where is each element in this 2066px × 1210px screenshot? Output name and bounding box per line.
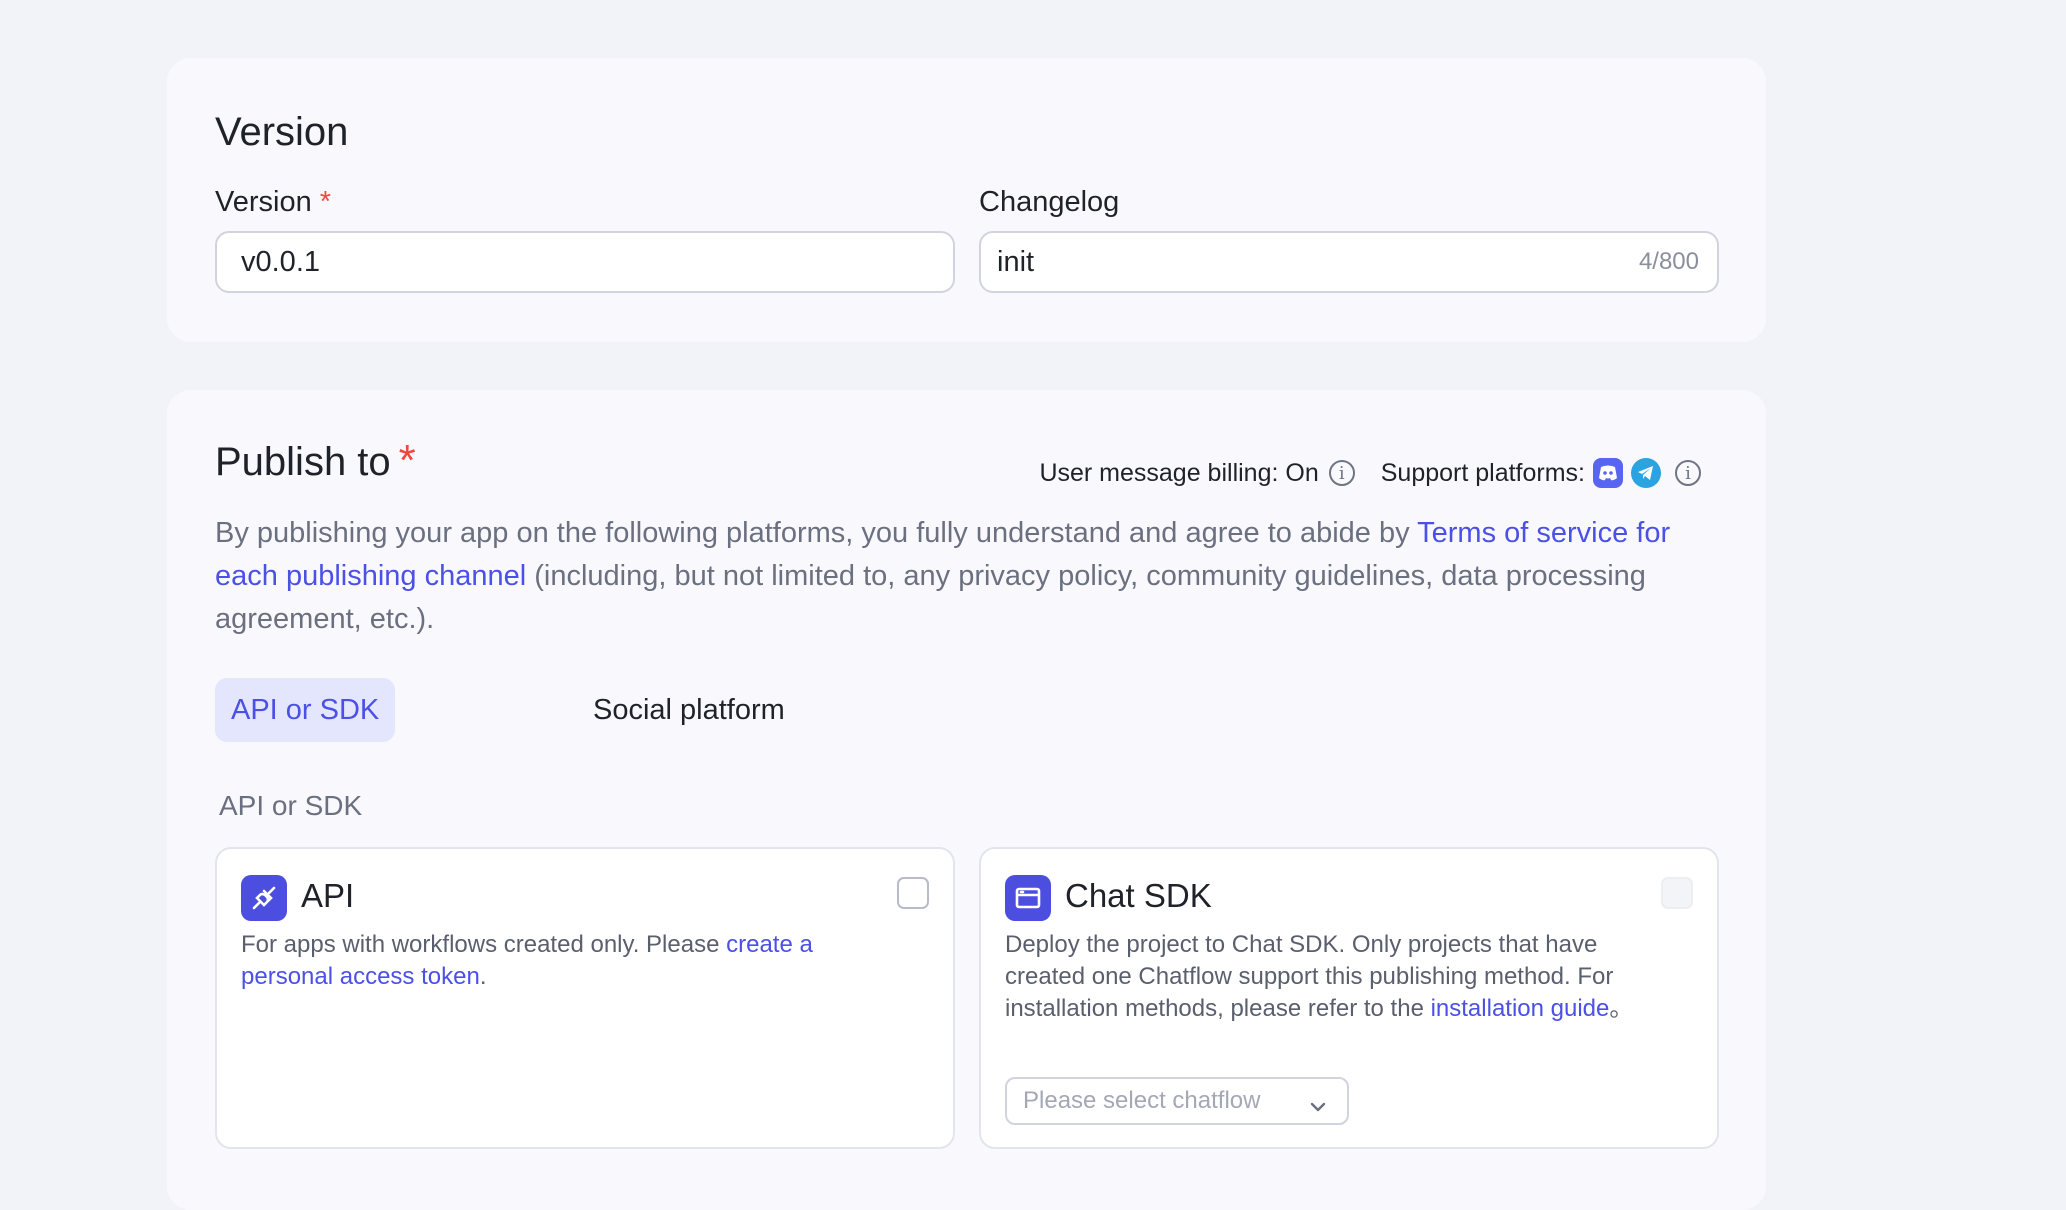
billing-info-icon[interactable]: i	[1328, 460, 1355, 486]
publish-meta-bar: User message billing: On i Support platf…	[1039, 456, 1701, 490]
chat-sdk-option-card[interactable]: Chat SDK Deploy the project to Chat SDK.…	[979, 847, 1719, 1149]
chat-sdk-option-checkbox[interactable]	[1661, 877, 1693, 909]
publish-section-title: Publish to *	[215, 436, 416, 486]
browser-window-icon	[1005, 875, 1051, 921]
version-label-text: Version	[215, 186, 312, 218]
support-platforms-label: Support platforms:	[1380, 458, 1585, 487]
api-sdk-group-label: API or SDK	[219, 790, 363, 821]
version-section-title: Version	[215, 110, 349, 154]
chat-sdk-option-title: Chat SDK	[1065, 877, 1212, 914]
chevron-down-icon	[1307, 1089, 1329, 1133]
publish-terms-description: By publishing your app on the following …	[215, 512, 1725, 641]
required-mark: *	[319, 186, 332, 218]
changelog-input-value: init	[997, 246, 1035, 278]
tab-social-platform[interactable]: Social platform	[577, 678, 801, 742]
changelog-input[interactable]: init 4/800	[979, 231, 1719, 293]
tab-api-or-sdk[interactable]: API or SDK	[215, 678, 396, 742]
version-card: Version Version * v0.0.1 Changelog init 4…	[167, 58, 1766, 342]
installation-guide-link[interactable]: installation guide	[1431, 995, 1610, 1022]
chat-sdk-desc-suffix: 。	[1609, 995, 1634, 1022]
api-desc-suffix: .	[479, 963, 487, 990]
api-link-icon	[241, 875, 287, 921]
api-desc-prefix: For apps with workflows created only. Pl…	[241, 931, 727, 958]
changelog-char-counter: 4/800	[1638, 248, 1699, 275]
changelog-field-label: Changelog	[979, 186, 1120, 218]
api-option-checkbox[interactable]	[897, 877, 929, 909]
chatflow-select-placeholder: Please select chatflow	[1023, 1087, 1261, 1114]
api-option-description: For apps with workflows created only. Pl…	[241, 929, 901, 993]
terms-desc-prefix: By publishing your app on the following …	[215, 517, 1418, 549]
api-option-card[interactable]: API For apps with workflows created only…	[215, 847, 955, 1149]
version-input-value: v0.0.1	[241, 246, 320, 278]
telegram-icon	[1631, 458, 1661, 488]
publish-title-text: Publish to	[215, 440, 391, 484]
chat-sdk-option-description: Deploy the project to Chat SDK. Only pro…	[1005, 929, 1665, 1025]
publish-card: Publish to * User message billing: On i S…	[167, 390, 1766, 1210]
api-option-title: API	[301, 877, 355, 914]
required-mark: *	[398, 436, 416, 485]
platforms-info-icon[interactable]: i	[1675, 460, 1701, 486]
version-field-label: Version *	[215, 186, 331, 219]
chatflow-select[interactable]: Please select chatflow	[1005, 1077, 1349, 1125]
version-input[interactable]: v0.0.1	[215, 231, 955, 293]
billing-status-text: User message billing: On	[1039, 458, 1319, 487]
discord-icon	[1593, 458, 1623, 488]
